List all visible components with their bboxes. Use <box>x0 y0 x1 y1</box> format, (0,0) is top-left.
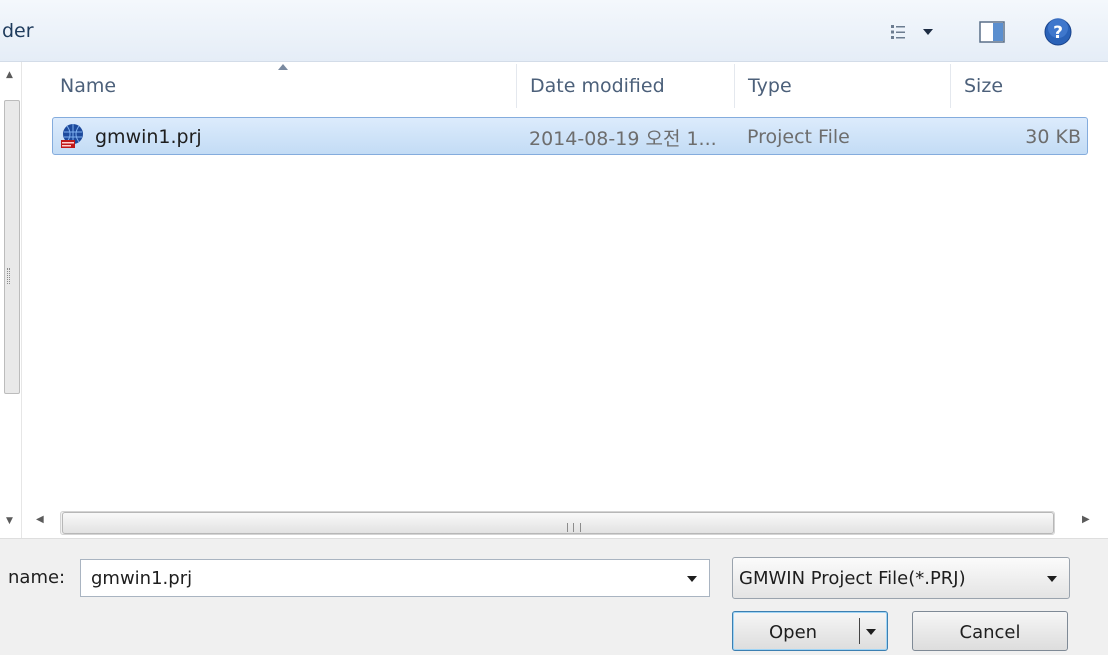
nav-scroll-down-arrow-icon[interactable]: ▼ <box>6 516 13 526</box>
scrollbar-grip <box>567 523 581 532</box>
split-button-divider <box>859 618 860 644</box>
nav-scrollbar-thumb[interactable] <box>4 100 20 394</box>
file-name-combobox[interactable]: gmwin1.prj <box>80 559 710 597</box>
file-type-filter-value: GMWIN Project File(*.PRJ) <box>739 568 966 589</box>
file-name-label: name: <box>8 567 66 588</box>
preview-pane-icon <box>979 21 1005 43</box>
chevron-down-icon[interactable] <box>687 576 697 582</box>
preview-pane-button[interactable] <box>972 14 1012 50</box>
column-header-type[interactable]: Type <box>734 62 950 110</box>
svg-text:?: ? <box>1053 23 1063 43</box>
scrollbar-thumb[interactable] <box>62 512 1054 534</box>
help-button[interactable]: ? <box>1036 14 1080 50</box>
view-options-icon <box>891 25 933 39</box>
file-date-cell: 2014-08-19 오전 1... <box>529 127 717 150</box>
horizontal-scrollbar[interactable]: ◀ ▶ <box>22 508 1108 538</box>
open-button[interactable]: Open <box>732 611 888 651</box>
file-type-cell: Project File <box>747 126 850 148</box>
nav-scroll-up-arrow-icon[interactable]: ▲ <box>6 70 13 80</box>
gmwin-project-icon <box>61 124 83 148</box>
file-name-input[interactable]: gmwin1.prj <box>91 568 192 589</box>
column-header-size[interactable]: Size <box>950 62 1108 110</box>
open-button-label: Open <box>769 622 818 643</box>
file-name-cell: gmwin1.prj <box>95 126 202 148</box>
scroll-right-arrow-icon[interactable]: ▶ <box>1082 514 1090 525</box>
scroll-left-arrow-icon[interactable]: ◀ <box>36 514 44 525</box>
toolbar: der ? <box>0 0 1108 62</box>
cancel-button[interactable]: Cancel <box>912 611 1068 651</box>
sort-ascending-icon <box>278 64 288 70</box>
change-view-button[interactable] <box>876 14 946 50</box>
nav-scrollbar-grip <box>7 268 10 284</box>
dialog-footer: name: gmwin1.prj GMWIN Project File(*.PR… <box>0 538 1108 655</box>
column-header-row: Name Date modified Type Size <box>22 62 1108 110</box>
dropdown-arrow-icon <box>923 29 933 35</box>
cancel-button-label: Cancel <box>959 622 1021 643</box>
file-size-cell: 30 KB <box>1025 126 1081 148</box>
open-options-arrow-icon[interactable] <box>866 629 876 635</box>
column-header-date-modified[interactable]: Date modified <box>516 62 734 110</box>
help-icon: ? <box>1044 18 1072 46</box>
chevron-down-icon[interactable] <box>1047 576 1057 582</box>
file-list-row[interactable]: gmwin1.prj 2014-08-19 오전 1... Project Fi… <box>52 117 1088 155</box>
file-type-filter-select[interactable]: GMWIN Project File(*.PRJ) <box>732 557 1070 599</box>
address-path-text: der <box>2 20 34 42</box>
